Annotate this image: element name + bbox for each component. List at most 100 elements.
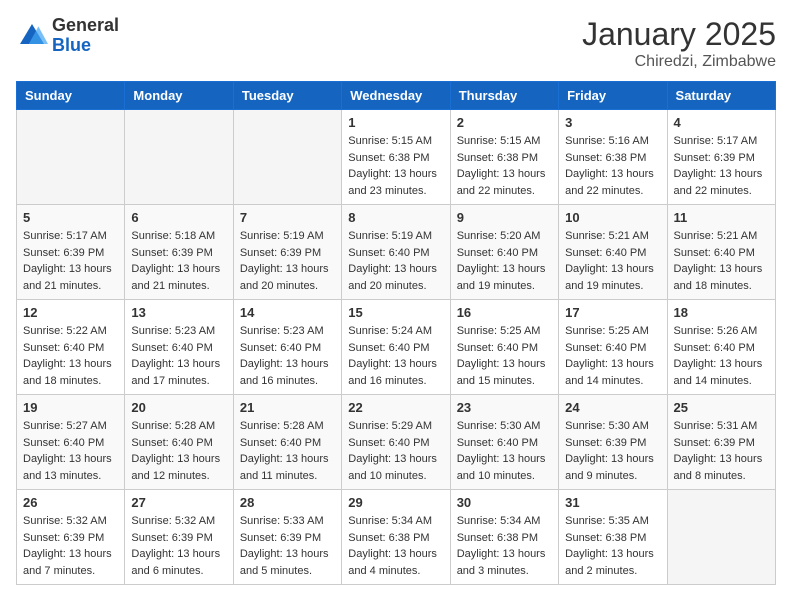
calendar-cell: 27Sunrise: 5:32 AMSunset: 6:39 PMDayligh… [125,490,233,585]
logo-icon [16,20,48,52]
calendar-cell: 20 Sunrise: 5:28 AMSunset: 6:40 PMDayligh… [125,395,233,490]
week-row-1: 1 Sunrise: 5:15 AMSunset: 6:38 PMDaylight… [17,110,776,205]
calendar-cell: 29Sunrise: 5:34 AMSunset: 6:38 PMDayligh… [342,490,450,585]
day-number: 17 [565,305,660,320]
day-info: Sunrise: 5:18 AMSunset: 6:39 PMDaylight:… [131,228,226,294]
dow-header-friday: Friday [559,82,667,110]
calendar-cell: 21 Sunrise: 5:28 AMSunset: 6:40 PMDayligh… [233,395,341,490]
calendar-cell: 10Sunrise: 5:21 AMSunset: 6:40 PMDayligh… [559,205,667,300]
day-info: Sunrise: 5:19 AMSunset: 6:39 PMDaylight:… [240,228,335,294]
day-number: 7 [240,210,335,225]
day-info: Sunrise: 5:21 AMSunset: 6:40 PMDaylight:… [565,228,660,294]
calendar-cell: 15Sunrise: 5:24 AMSunset: 6:40 PMDayligh… [342,300,450,395]
calendar-cell: 28 Sunrise: 5:33 AMSunset: 6:39 PMDayligh… [233,490,341,585]
day-info: Sunrise: 5:20 AMSunset: 6:40 PMDaylight:… [457,228,552,294]
dow-header-sunday: Sunday [17,82,125,110]
calendar-table: SundayMondayTuesdayWednesdayThursdayFrid… [16,81,776,585]
day-info: Sunrise: 5:33 AMSunset: 6:39 PMDaylight:… [240,513,335,579]
day-info: Sunrise: 5:23 AMSunset: 6:40 PMDaylight:… [240,323,335,389]
day-info: Sunrise: 5:35 AMSunset: 6:38 PMDaylight:… [565,513,660,579]
day-number: 3 [565,115,660,130]
dow-header-wednesday: Wednesday [342,82,450,110]
day-number: 13 [131,305,226,320]
day-info: Sunrise: 5:34 AMSunset: 6:38 PMDaylight:… [457,513,552,579]
calendar-cell: 17Sunrise: 5:25 AMSunset: 6:40 PMDayligh… [559,300,667,395]
day-info: Sunrise: 5:32 AMSunset: 6:39 PMDaylight:… [23,513,118,579]
day-info: Sunrise: 5:17 AMSunset: 6:39 PMDaylight:… [23,228,118,294]
calendar-cell [233,110,341,205]
day-info: Sunrise: 5:19 AMSunset: 6:40 PMDaylight:… [348,228,443,294]
day-info: Sunrise: 5:30 AMSunset: 6:40 PMDaylight:… [457,418,552,484]
calendar-cell: 30 Sunrise: 5:34 AMSunset: 6:38 PMDayligh… [450,490,558,585]
calendar-cell: 8 Sunrise: 5:19 AMSunset: 6:40 PMDaylight… [342,205,450,300]
day-number: 21 [240,400,335,415]
calendar-cell: 1 Sunrise: 5:15 AMSunset: 6:38 PMDaylight… [342,110,450,205]
calendar-cell: 24 Sunrise: 5:30 AMSunset: 6:39 PMDayligh… [559,395,667,490]
day-info: Sunrise: 5:28 AMSunset: 6:40 PMDaylight:… [131,418,226,484]
day-info: Sunrise: 5:22 AMSunset: 6:40 PMDaylight:… [23,323,118,389]
logo-text: General Blue [52,16,119,56]
calendar-cell: 26 Sunrise: 5:32 AMSunset: 6:39 PMDayligh… [17,490,125,585]
day-number: 11 [674,210,769,225]
day-number: 6 [131,210,226,225]
day-number: 25 [674,400,769,415]
week-row-4: 19Sunrise: 5:27 AMSunset: 6:40 PMDayligh… [17,395,776,490]
day-info: Sunrise: 5:15 AMSunset: 6:38 PMDaylight:… [348,133,443,199]
day-info: Sunrise: 5:30 AMSunset: 6:39 PMDaylight:… [565,418,660,484]
day-number: 12 [23,305,118,320]
calendar-cell [667,490,775,585]
calendar-cell: 13 Sunrise: 5:23 AMSunset: 6:40 PMDayligh… [125,300,233,395]
week-row-5: 26 Sunrise: 5:32 AMSunset: 6:39 PMDayligh… [17,490,776,585]
day-number: 26 [23,495,118,510]
day-number: 31 [565,495,660,510]
title-block: January 2025 Chiredzi, Zimbabwe [582,16,776,71]
page-header: General Blue January 2025 Chiredzi, Zimb… [16,16,776,71]
day-number: 2 [457,115,552,130]
calendar-cell: 16 Sunrise: 5:25 AMSunset: 6:40 PMDayligh… [450,300,558,395]
day-number: 20 [131,400,226,415]
dow-header-thursday: Thursday [450,82,558,110]
day-number: 8 [348,210,443,225]
calendar-cell: 2Sunrise: 5:15 AMSunset: 6:38 PMDaylight… [450,110,558,205]
day-number: 19 [23,400,118,415]
dow-header-saturday: Saturday [667,82,775,110]
calendar-cell: 3 Sunrise: 5:16 AMSunset: 6:38 PMDaylight… [559,110,667,205]
calendar-cell [125,110,233,205]
day-number: 18 [674,305,769,320]
calendar-cell: 19Sunrise: 5:27 AMSunset: 6:40 PMDayligh… [17,395,125,490]
calendar-cell: 7 Sunrise: 5:19 AMSunset: 6:39 PMDaylight… [233,205,341,300]
day-number: 5 [23,210,118,225]
day-info: Sunrise: 5:34 AMSunset: 6:38 PMDaylight:… [348,513,443,579]
calendar-body: 1 Sunrise: 5:15 AMSunset: 6:38 PMDaylight… [17,110,776,585]
day-info: Sunrise: 5:16 AMSunset: 6:38 PMDaylight:… [565,133,660,199]
calendar-cell: 18Sunrise: 5:26 AMSunset: 6:40 PMDayligh… [667,300,775,395]
logo: General Blue [16,16,119,56]
days-of-week-row: SundayMondayTuesdayWednesdayThursdayFrid… [17,82,776,110]
day-info: Sunrise: 5:25 AMSunset: 6:40 PMDaylight:… [457,323,552,389]
day-number: 4 [674,115,769,130]
day-number: 24 [565,400,660,415]
day-number: 16 [457,305,552,320]
day-number: 30 [457,495,552,510]
day-info: Sunrise: 5:23 AMSunset: 6:40 PMDaylight:… [131,323,226,389]
day-info: Sunrise: 5:32 AMSunset: 6:39 PMDaylight:… [131,513,226,579]
day-number: 1 [348,115,443,130]
dow-header-monday: Monday [125,82,233,110]
calendar-cell: 6 Sunrise: 5:18 AMSunset: 6:39 PMDaylight… [125,205,233,300]
day-info: Sunrise: 5:31 AMSunset: 6:39 PMDaylight:… [674,418,769,484]
day-number: 23 [457,400,552,415]
day-number: 9 [457,210,552,225]
day-info: Sunrise: 5:17 AMSunset: 6:39 PMDaylight:… [674,133,769,199]
calendar-cell: 31 Sunrise: 5:35 AMSunset: 6:38 PMDayligh… [559,490,667,585]
day-number: 28 [240,495,335,510]
calendar-cell: 4 Sunrise: 5:17 AMSunset: 6:39 PMDaylight… [667,110,775,205]
dow-header-tuesday: Tuesday [233,82,341,110]
calendar-cell: 5 Sunrise: 5:17 AMSunset: 6:39 PMDaylight… [17,205,125,300]
calendar-cell: 23 Sunrise: 5:30 AMSunset: 6:40 PMDayligh… [450,395,558,490]
calendar-cell: 12 Sunrise: 5:22 AMSunset: 6:40 PMDayligh… [17,300,125,395]
calendar-cell: 25 Sunrise: 5:31 AMSunset: 6:39 PMDayligh… [667,395,775,490]
day-info: Sunrise: 5:28 AMSunset: 6:40 PMDaylight:… [240,418,335,484]
day-info: Sunrise: 5:24 AMSunset: 6:40 PMDaylight:… [348,323,443,389]
calendar-cell: 22Sunrise: 5:29 AMSunset: 6:40 PMDayligh… [342,395,450,490]
week-row-2: 5 Sunrise: 5:17 AMSunset: 6:39 PMDaylight… [17,205,776,300]
